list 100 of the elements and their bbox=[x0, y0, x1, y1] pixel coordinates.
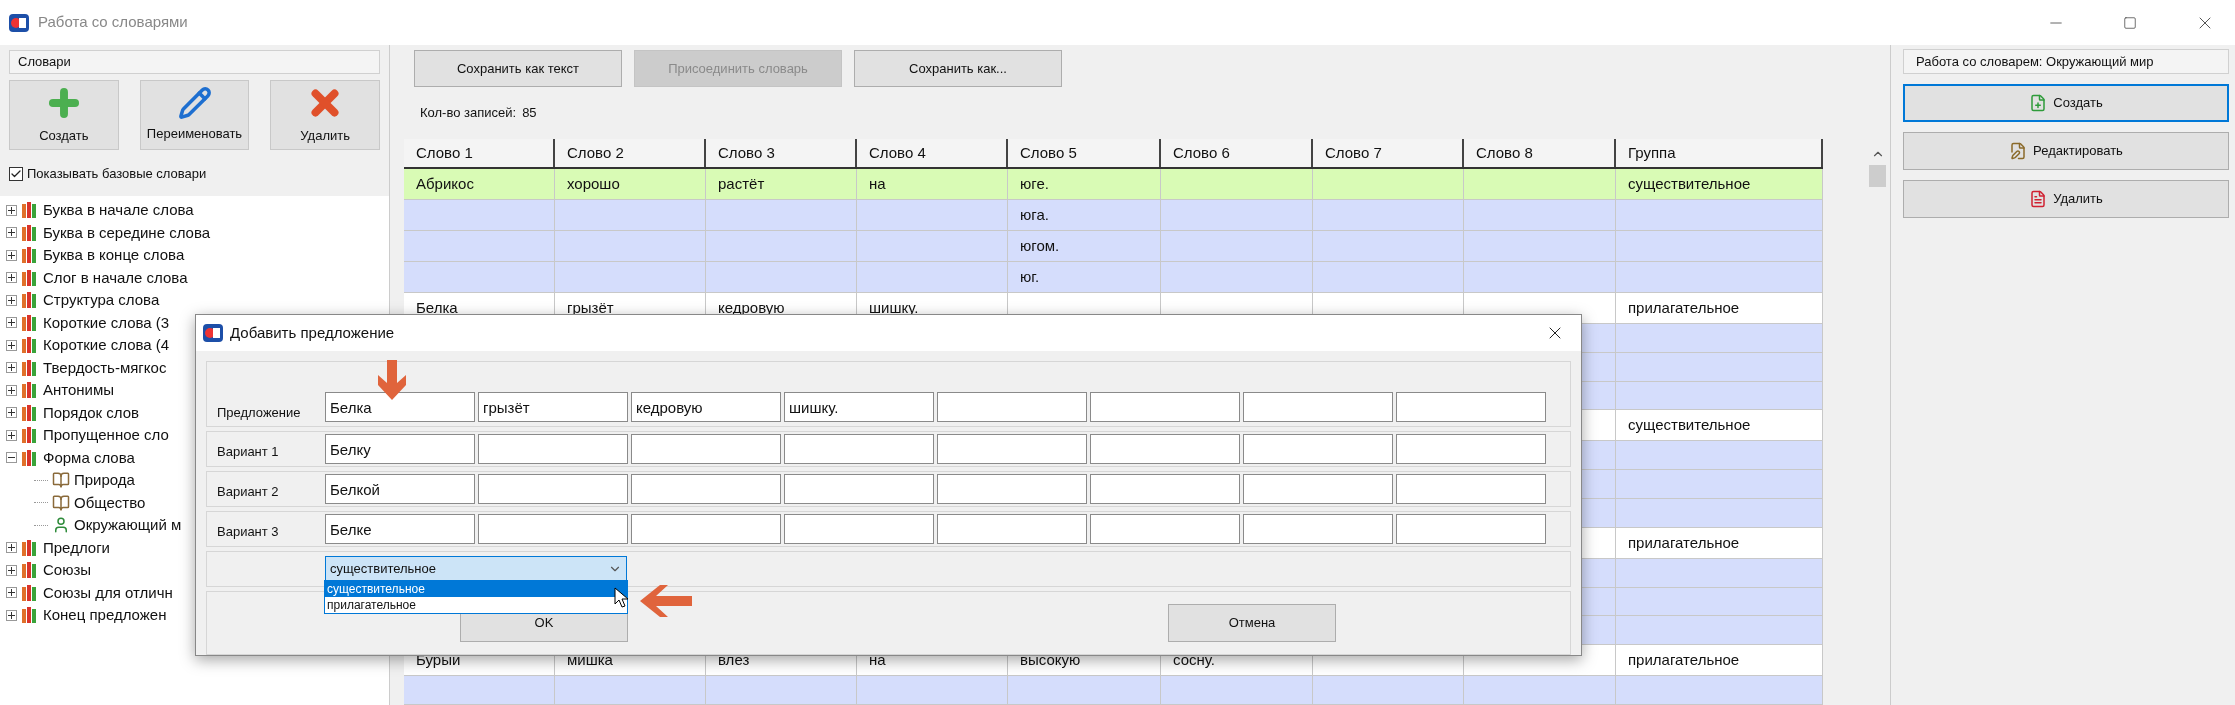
expand-toggle[interactable] bbox=[6, 294, 17, 306]
word-field[interactable]: кедровую bbox=[631, 392, 781, 422]
word-field[interactable] bbox=[1243, 434, 1393, 464]
dialog-button[interactable]: Отмена bbox=[1168, 604, 1336, 642]
expand-toggle[interactable] bbox=[6, 452, 17, 464]
expand-toggle[interactable] bbox=[6, 384, 17, 396]
word-field[interactable] bbox=[478, 434, 628, 464]
toolbar-button[interactable]: Сохранить как текст bbox=[414, 50, 622, 87]
column-header[interactable]: Слово 7 bbox=[1313, 139, 1464, 167]
panel-header: Словари bbox=[9, 50, 380, 74]
tree-item[interactable]: Буква в конце слова bbox=[43, 244, 185, 267]
tree-item[interactable]: Конец предложен bbox=[43, 604, 167, 627]
toolbar-button[interactable]: Сохранить как... bbox=[854, 50, 1062, 87]
word-field[interactable] bbox=[631, 474, 781, 504]
tree-item[interactable]: Форма слова bbox=[43, 446, 135, 469]
expand-toggle[interactable] bbox=[6, 204, 17, 216]
expand-toggle[interactable] bbox=[6, 249, 17, 261]
tree-item[interactable]: Короткие слова (4 bbox=[43, 334, 170, 357]
tree-item[interactable]: Союзы bbox=[43, 559, 92, 582]
word-field[interactable]: грызёт bbox=[478, 392, 628, 422]
action-button[interactable]: Удалить bbox=[1903, 180, 2229, 218]
word-field[interactable]: Белке bbox=[325, 514, 475, 544]
expand-toggle[interactable] bbox=[6, 587, 17, 599]
tree-item[interactable]: Слог в начале слова bbox=[43, 266, 188, 289]
table-cell: прилагательное bbox=[1616, 527, 1823, 558]
word-field[interactable]: шишку. bbox=[784, 392, 934, 422]
count-label: Кол-во записей: bbox=[420, 104, 517, 123]
tree-item[interactable]: Порядок слов bbox=[43, 401, 139, 424]
word-field[interactable] bbox=[937, 392, 1087, 422]
column-header[interactable]: Слово 1 bbox=[404, 139, 555, 167]
action-button[interactable]: Создать bbox=[1903, 84, 2229, 122]
word-field[interactable] bbox=[1090, 392, 1240, 422]
toolbar-button[interactable]: Удалить bbox=[270, 80, 380, 150]
maximize-icon[interactable] bbox=[2123, 15, 2137, 30]
column-header[interactable]: Слово 4 bbox=[857, 139, 1008, 167]
word-field[interactable] bbox=[937, 474, 1087, 504]
tree-item[interactable]: Пропущенное сло bbox=[43, 424, 169, 447]
word-field[interactable] bbox=[1243, 514, 1393, 544]
word-field[interactable]: Белка bbox=[325, 392, 475, 422]
expand-toggle[interactable] bbox=[6, 317, 17, 329]
scroll-thumb[interactable] bbox=[1869, 165, 1886, 187]
word-field[interactable] bbox=[1090, 514, 1240, 544]
word-field[interactable]: Белку bbox=[325, 434, 475, 464]
tree-item[interactable]: Антонимы bbox=[43, 379, 115, 402]
word-field[interactable]: Белкой bbox=[325, 474, 475, 504]
word-field[interactable] bbox=[478, 474, 628, 504]
word-field[interactable] bbox=[1243, 392, 1393, 422]
word-field[interactable] bbox=[1396, 392, 1546, 422]
tree-item[interactable]: Структура слова bbox=[43, 289, 160, 312]
tree-item[interactable]: Твердость-мягкос bbox=[43, 356, 167, 379]
word-field[interactable] bbox=[1090, 434, 1240, 464]
word-field[interactable] bbox=[1090, 474, 1240, 504]
expand-toggle[interactable] bbox=[6, 272, 17, 284]
column-header[interactable]: Слово 5 bbox=[1008, 139, 1161, 167]
tree-item[interactable]: Природа bbox=[74, 469, 135, 492]
expand-toggle[interactable] bbox=[6, 339, 17, 351]
word-field[interactable] bbox=[784, 434, 934, 464]
tree-item[interactable]: Окружающий м bbox=[74, 514, 182, 537]
word-field[interactable] bbox=[937, 514, 1087, 544]
column-header[interactable]: Слово 3 bbox=[706, 139, 857, 167]
column-header[interactable]: Слово 8 bbox=[1464, 139, 1616, 167]
word-field[interactable] bbox=[937, 434, 1087, 464]
checkbox-label[interactable]: Показывать базовые словари bbox=[27, 164, 207, 184]
word-field[interactable] bbox=[1243, 474, 1393, 504]
word-field[interactable] bbox=[784, 514, 934, 544]
word-field[interactable] bbox=[784, 474, 934, 504]
word-field[interactable] bbox=[1396, 514, 1546, 544]
table-cell: юг. bbox=[1008, 262, 1161, 292]
table-row[interactable]: юга. bbox=[404, 200, 1823, 231]
expand-toggle[interactable] bbox=[6, 362, 17, 374]
tree-item[interactable]: Буква в начале слова bbox=[43, 199, 194, 222]
tree-item[interactable]: Союзы для отличн bbox=[43, 581, 173, 604]
word-field[interactable] bbox=[631, 514, 781, 544]
word-field[interactable] bbox=[1396, 434, 1546, 464]
expand-toggle[interactable] bbox=[6, 564, 17, 576]
toolbar-button[interactable]: Создать bbox=[9, 80, 119, 150]
expand-toggle[interactable] bbox=[6, 429, 17, 441]
tree-item[interactable]: Общество bbox=[74, 491, 146, 514]
table-row[interactable]: Абрикос хорошо растёт на юге. существительное bbox=[404, 169, 1823, 200]
expand-toggle[interactable] bbox=[6, 407, 17, 419]
toolbar-button[interactable]: Переименовать bbox=[139, 80, 250, 150]
column-header[interactable]: Слово 6 bbox=[1161, 139, 1313, 167]
checkbox[interactable] bbox=[9, 167, 23, 181]
word-field[interactable] bbox=[478, 514, 628, 544]
tree-item[interactable]: Предлоги bbox=[43, 536, 110, 559]
books-icon bbox=[21, 268, 39, 287]
table-row[interactable]: юг. bbox=[404, 262, 1823, 293]
column-header[interactable]: Группа bbox=[1616, 139, 1823, 167]
expand-toggle[interactable] bbox=[6, 609, 17, 621]
action-button[interactable]: Редактировать bbox=[1903, 132, 2229, 170]
word-field[interactable] bbox=[1396, 474, 1546, 504]
expand-toggle[interactable] bbox=[6, 542, 17, 554]
group-dropdown[interactable]: существительное bbox=[325, 556, 627, 582]
column-header[interactable]: Слово 2 bbox=[555, 139, 706, 167]
tree-item[interactable]: Буква в середине слова bbox=[43, 221, 211, 244]
word-field[interactable] bbox=[631, 434, 781, 464]
dropdown-option[interactable]: существительное bbox=[325, 581, 627, 597]
table-row[interactable]: югом. bbox=[404, 231, 1823, 262]
tree-item[interactable]: Короткие слова (3 bbox=[43, 311, 170, 334]
expand-toggle[interactable] bbox=[6, 227, 17, 239]
